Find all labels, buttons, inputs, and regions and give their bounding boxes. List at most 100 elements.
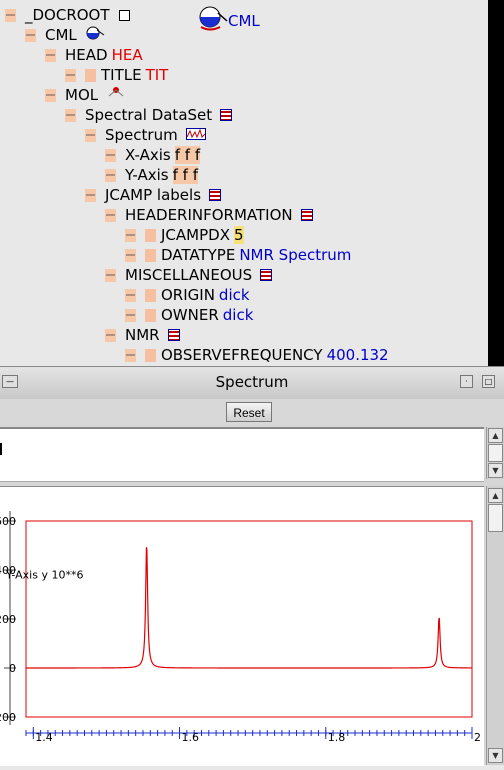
collapse-toggle-icon[interactable] (45, 49, 56, 62)
x-tick-label: 1.6 (182, 731, 200, 744)
collapse-toggle-icon[interactable] (45, 89, 56, 102)
tree-node[interactable]: CML (25, 25, 105, 45)
tree-node[interactable]: TITLETIT (65, 65, 168, 85)
tree-node[interactable]: Y-Axisf f f (105, 165, 198, 185)
frame-titlebar[interactable]: — Spectrum · □ (0, 366, 504, 400)
leaf-icon (145, 229, 156, 242)
document-icon (301, 209, 313, 221)
x-tick-label: 1.4 (35, 731, 53, 744)
collapse-toggle-icon[interactable] (105, 169, 116, 182)
tree-node-value: NMR Spectrum (239, 246, 351, 264)
tree-node[interactable]: NMR (105, 325, 180, 345)
tree-node[interactable]: Spectrum (85, 125, 206, 145)
document-icon (260, 269, 272, 281)
collapse-toggle-icon[interactable] (125, 349, 136, 362)
scroll-thumb[interactable] (488, 444, 503, 462)
tree-node-label: DATATYPE (161, 246, 239, 264)
scroll-down-arrow-icon[interactable]: ▼ (488, 463, 503, 478)
minimize-button[interactable]: · (460, 375, 473, 388)
tree-node[interactable]: _DOCROOT (5, 5, 130, 25)
collapse-toggle-icon[interactable] (125, 249, 136, 262)
square-icon (119, 10, 130, 21)
plot-scroll-down-arrow-icon[interactable]: ▼ (488, 748, 503, 763)
tree-node[interactable]: HEADHEA (45, 45, 143, 65)
tree-node-value: 400.132 (327, 346, 389, 364)
collapse-toggle-icon[interactable] (85, 129, 96, 142)
spectrum-chart[interactable]: -2000200400600Y-Axis y 10**61.41.61.82 (0, 487, 484, 766)
tree-node-label: MISCELLANEOUS (125, 266, 256, 284)
document-icon (209, 189, 221, 201)
cml-badge-icon (198, 6, 228, 32)
collapse-toggle-icon[interactable] (125, 309, 136, 322)
tree-node-label: JCAMPDX (161, 226, 234, 244)
reset-button[interactable]: Reset (226, 402, 272, 422)
tree-node-label: HEADERINFORMATION (125, 206, 297, 224)
tree-node-label: TITLE (101, 66, 146, 84)
tree-node-value: dick (219, 286, 250, 304)
leaf-icon (145, 349, 156, 362)
tree-node-label: X-Axis (125, 146, 175, 164)
y-axis-label: Y-Axis y 10**6 (5, 569, 83, 582)
collapse-toggle-icon[interactable] (25, 29, 36, 42)
tree-node-label: NMR (125, 326, 164, 344)
document-icon (168, 329, 180, 341)
tree-scrollbar[interactable] (488, 0, 504, 366)
tree-node-label: Spectral DataSet (85, 106, 216, 124)
cml-badge: CML (198, 6, 260, 32)
collapse-toggle-icon[interactable] (125, 229, 136, 242)
frame-title: Spectrum (0, 373, 504, 391)
tree-node[interactable]: JCAMP labels (85, 185, 221, 205)
x-tick-label: 2 (474, 731, 481, 744)
collapse-toggle-icon[interactable] (105, 209, 116, 222)
molecule-icon (106, 86, 126, 104)
tree-node[interactable]: OWNERdick (125, 305, 253, 325)
collapse-toggle-icon[interactable] (105, 149, 116, 162)
tree-node-label: _DOCROOT (25, 6, 114, 24)
tree-node-label: ORIGIN (161, 286, 219, 304)
plot-scroll-thumb[interactable] (488, 504, 503, 532)
collapse-toggle-icon[interactable] (65, 109, 76, 122)
tree-node-label: Y-Axis (125, 166, 173, 184)
tree-node-label: Spectrum (105, 126, 182, 144)
spectrum-line (26, 547, 472, 668)
tree-node-label: CML (45, 26, 81, 44)
scroll-up-arrow-icon[interactable]: ▲ (488, 428, 503, 443)
collapse-toggle-icon[interactable] (105, 329, 116, 342)
document-icon (220, 109, 232, 121)
plot-scrollbar[interactable]: ▲ ▼ (486, 486, 504, 765)
toolbar: Reset (0, 399, 504, 427)
x-tick-label: 1.8 (328, 731, 346, 744)
tree-node-label: OWNER (161, 306, 223, 324)
spectrum-frame: — Spectrum · □ Reset ▲ ▼ -2000200400600Y… (0, 366, 504, 765)
leaf-icon (145, 289, 156, 302)
tree-node[interactable]: JCAMPDX5 (125, 225, 244, 245)
tree-node[interactable]: OBSERVEFREQUENCY400.132 (125, 345, 389, 365)
collapse-toggle-icon[interactable] (65, 69, 76, 82)
tree-node-value: 5 (234, 226, 244, 244)
info-text-area[interactable] (0, 427, 484, 482)
leaf-icon (85, 69, 96, 82)
plot-scroll-up-arrow-icon[interactable]: ▲ (488, 488, 503, 503)
tree-node[interactable]: HEADERINFORMATION (105, 205, 313, 225)
tree-node[interactable]: Spectral DataSet (65, 105, 232, 125)
maximize-button[interactable]: □ (482, 375, 495, 388)
tree-node-label: HEAD (65, 46, 112, 64)
cml-badge-label: CML (228, 12, 260, 30)
collapse-toggle-icon[interactable] (5, 9, 16, 22)
y-tick-label: -200 (0, 711, 16, 724)
text-scrollbar[interactable]: ▲ ▼ (486, 427, 504, 479)
tree-node-label: OBSERVEFREQUENCY (161, 346, 327, 364)
collapse-toggle-icon[interactable] (105, 269, 116, 282)
tree-node[interactable]: MISCELLANEOUS (105, 265, 272, 285)
y-tick-label: 200 (0, 613, 16, 626)
tree-node[interactable]: DATATYPENMR Spectrum (125, 245, 351, 265)
tree-node[interactable]: MOL (45, 85, 126, 105)
spectrum-plot-panel: -2000200400600Y-Axis y 10**61.41.61.82 (0, 486, 484, 766)
leaf-icon (145, 309, 156, 322)
collapse-toggle-icon[interactable] (85, 189, 96, 202)
text-caret (0, 443, 2, 455)
leaf-icon (145, 249, 156, 262)
tree-node[interactable]: X-Axisf f f (105, 145, 200, 165)
collapse-toggle-icon[interactable] (125, 289, 136, 302)
tree-node[interactable]: ORIGINdick (125, 285, 250, 305)
